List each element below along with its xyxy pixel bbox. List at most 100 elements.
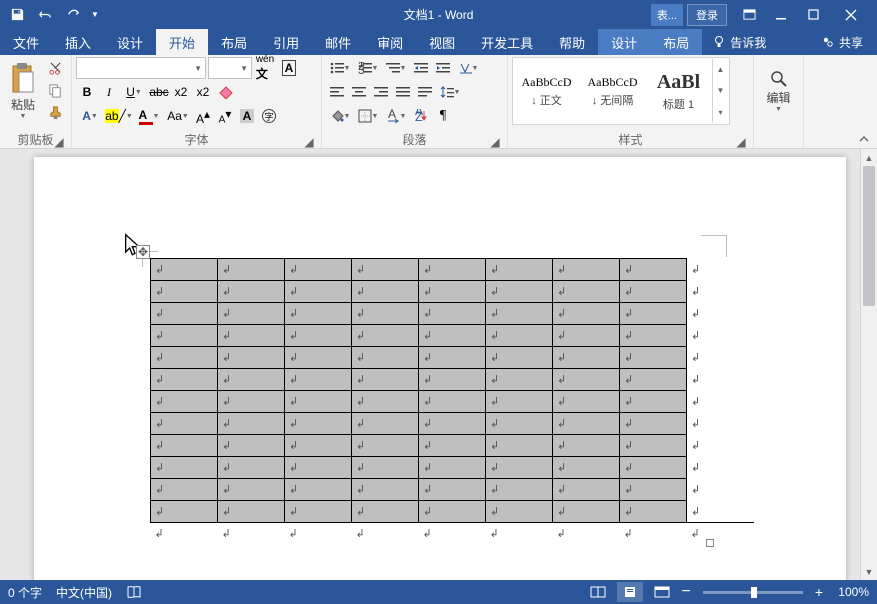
gallery-down[interactable]: ▼ — [713, 80, 728, 101]
view-read-button[interactable] — [585, 582, 611, 602]
ribbon-options-button[interactable] — [733, 3, 765, 27]
table-cell[interactable]: ↲ — [486, 435, 553, 457]
font-size-combo[interactable]: ▼ — [208, 57, 252, 79]
zoom-in-button[interactable]: + — [815, 584, 823, 600]
table-cell[interactable]: ↲ — [486, 457, 553, 479]
gallery-up[interactable]: ▲ — [713, 59, 728, 80]
table-cell[interactable]: ↲ — [285, 413, 352, 435]
shading-button[interactable]: ▼ — [326, 105, 354, 127]
table-cell[interactable]: ↲ — [620, 413, 687, 435]
table-cell[interactable]: ↲ — [352, 435, 419, 457]
tab-view[interactable]: 视图 — [416, 29, 468, 55]
table-cell[interactable]: ↲ — [553, 259, 620, 281]
table-cell[interactable]: ↲ — [620, 501, 687, 523]
share-button[interactable]: 共享 — [807, 29, 877, 55]
table-cell[interactable]: ↲ — [218, 479, 285, 501]
table-cell[interactable]: ↲ — [151, 413, 218, 435]
table-cell[interactable]: ↲ — [553, 281, 620, 303]
table-cell[interactable]: ↲ — [620, 325, 687, 347]
table-cell[interactable]: ↲ — [218, 281, 285, 303]
table-cell[interactable]: ↲ — [419, 347, 486, 369]
grow-font-button[interactable]: A▴ — [192, 105, 214, 127]
document-table[interactable]: ↲↲↲↲↲↲↲↲↲↲↲↲↲↲↲↲↲↲↲↲↲↲↲↲↲↲↲↲↲↲↲↲↲↲↲↲↲↲↲↲… — [150, 258, 754, 545]
table-cell[interactable]: ↲ — [419, 523, 486, 545]
table-cell[interactable]: ↲ — [553, 369, 620, 391]
table-cell[interactable]: ↲ — [218, 413, 285, 435]
tab-review[interactable]: 审阅 — [364, 29, 416, 55]
table-cell[interactable]: ↲ — [151, 391, 218, 413]
font-launcher[interactable]: ◢ — [303, 135, 315, 147]
table-cell[interactable]: ↲ — [687, 457, 754, 479]
table-cell[interactable]: ↲ — [486, 391, 553, 413]
align-left-button[interactable] — [326, 81, 348, 103]
table-cell[interactable]: ↲ — [285, 457, 352, 479]
table-cell[interactable]: ↲ — [151, 347, 218, 369]
table-cell[interactable]: ↲ — [352, 391, 419, 413]
table-cell[interactable]: ↲ — [151, 501, 218, 523]
tab-insert[interactable]: 插入 — [52, 29, 104, 55]
highlight-button[interactable]: ab╱▼ — [104, 105, 134, 127]
sort-button[interactable]: AZ — [410, 105, 432, 127]
tab-references[interactable]: 引用 — [260, 29, 312, 55]
table-cell[interactable]: ↲ — [218, 259, 285, 281]
table-cell[interactable]: ↲ — [151, 523, 218, 545]
align-dist-button[interactable] — [414, 81, 436, 103]
table-cell[interactable]: ↲ — [687, 281, 754, 303]
char-border-button[interactable]: A — [278, 57, 300, 79]
table-cell[interactable]: ↲ — [620, 523, 687, 545]
save-button[interactable] — [4, 3, 30, 27]
table-cell[interactable]: ↲ — [352, 259, 419, 281]
paste-button[interactable]: 粘贴 ▼ — [4, 57, 42, 125]
tab-table-layout[interactable]: 布局 — [650, 29, 702, 55]
table-cell[interactable]: ↲ — [687, 369, 754, 391]
italic-button[interactable]: I — [98, 81, 120, 103]
maximize-button[interactable] — [797, 3, 829, 27]
tab-devtools[interactable]: 开发工具 — [468, 29, 546, 55]
bullets-button[interactable]: ▼ — [326, 57, 354, 79]
table-cell[interactable]: ↲ — [218, 391, 285, 413]
table-cell[interactable]: ↲ — [687, 501, 754, 523]
table-cell[interactable]: ↲ — [151, 259, 218, 281]
document-page[interactable]: ✥ ↲↲↲↲↲↲↲↲↲↲↲↲↲↲↲↲↲↲↲↲↲↲↲↲↲↲↲↲↲↲↲↲↲↲↲↲↲↲… — [34, 157, 846, 580]
scroll-down-button[interactable]: ▼ — [861, 563, 877, 580]
copy-button[interactable] — [43, 79, 67, 101]
table-resize-handle[interactable] — [706, 539, 714, 547]
table-cell[interactable]: ↲ — [285, 501, 352, 523]
table-cell[interactable]: ↲ — [352, 523, 419, 545]
zoom-level[interactable]: 100% — [829, 585, 869, 599]
table-cell[interactable]: ↲ — [285, 523, 352, 545]
table-cell[interactable]: ↲ — [419, 281, 486, 303]
table-cell[interactable]: ↲ — [620, 259, 687, 281]
change-case-button[interactable]: Aa▼ — [164, 105, 192, 127]
table-cell[interactable]: ↲ — [419, 435, 486, 457]
vertical-scrollbar[interactable]: ▲ ▼ — [860, 149, 877, 580]
table-cell[interactable]: ↲ — [486, 347, 553, 369]
scroll-up-button[interactable]: ▲ — [861, 149, 877, 166]
table-cell[interactable]: ↲ — [620, 347, 687, 369]
tab-help[interactable]: 帮助 — [546, 29, 598, 55]
table-cell[interactable]: ↲ — [218, 347, 285, 369]
signin-button[interactable]: 登录 — [687, 4, 727, 26]
style-normal[interactable]: AaBbCcD↓ 正文 — [514, 59, 579, 123]
table-cell[interactable]: ↲ — [218, 303, 285, 325]
minimize-button[interactable] — [765, 3, 797, 27]
table-cell[interactable]: ↲ — [419, 259, 486, 281]
table-cell[interactable]: ↲ — [352, 479, 419, 501]
bold-button[interactable]: B — [76, 81, 98, 103]
table-cell[interactable]: ↲ — [553, 347, 620, 369]
table-cell[interactable]: ↲ — [553, 303, 620, 325]
table-cell[interactable]: ↲ — [352, 303, 419, 325]
table-cell[interactable]: ↲ — [151, 325, 218, 347]
tab-table-design[interactable]: 设计 — [598, 29, 650, 55]
shrink-font-button[interactable]: A▾ — [214, 105, 236, 127]
table-cell[interactable]: ↲ — [553, 413, 620, 435]
table-cell[interactable]: ↲ — [687, 391, 754, 413]
close-button[interactable] — [829, 3, 873, 27]
table-cell[interactable]: ↲ — [419, 479, 486, 501]
table-cell[interactable]: ↲ — [218, 435, 285, 457]
spellcheck-button[interactable] — [126, 585, 142, 599]
table-cell[interactable]: ↲ — [620, 479, 687, 501]
cut-button[interactable] — [43, 57, 67, 79]
styles-launcher[interactable]: ◢ — [735, 135, 747, 147]
table-cell[interactable]: ↲ — [553, 501, 620, 523]
